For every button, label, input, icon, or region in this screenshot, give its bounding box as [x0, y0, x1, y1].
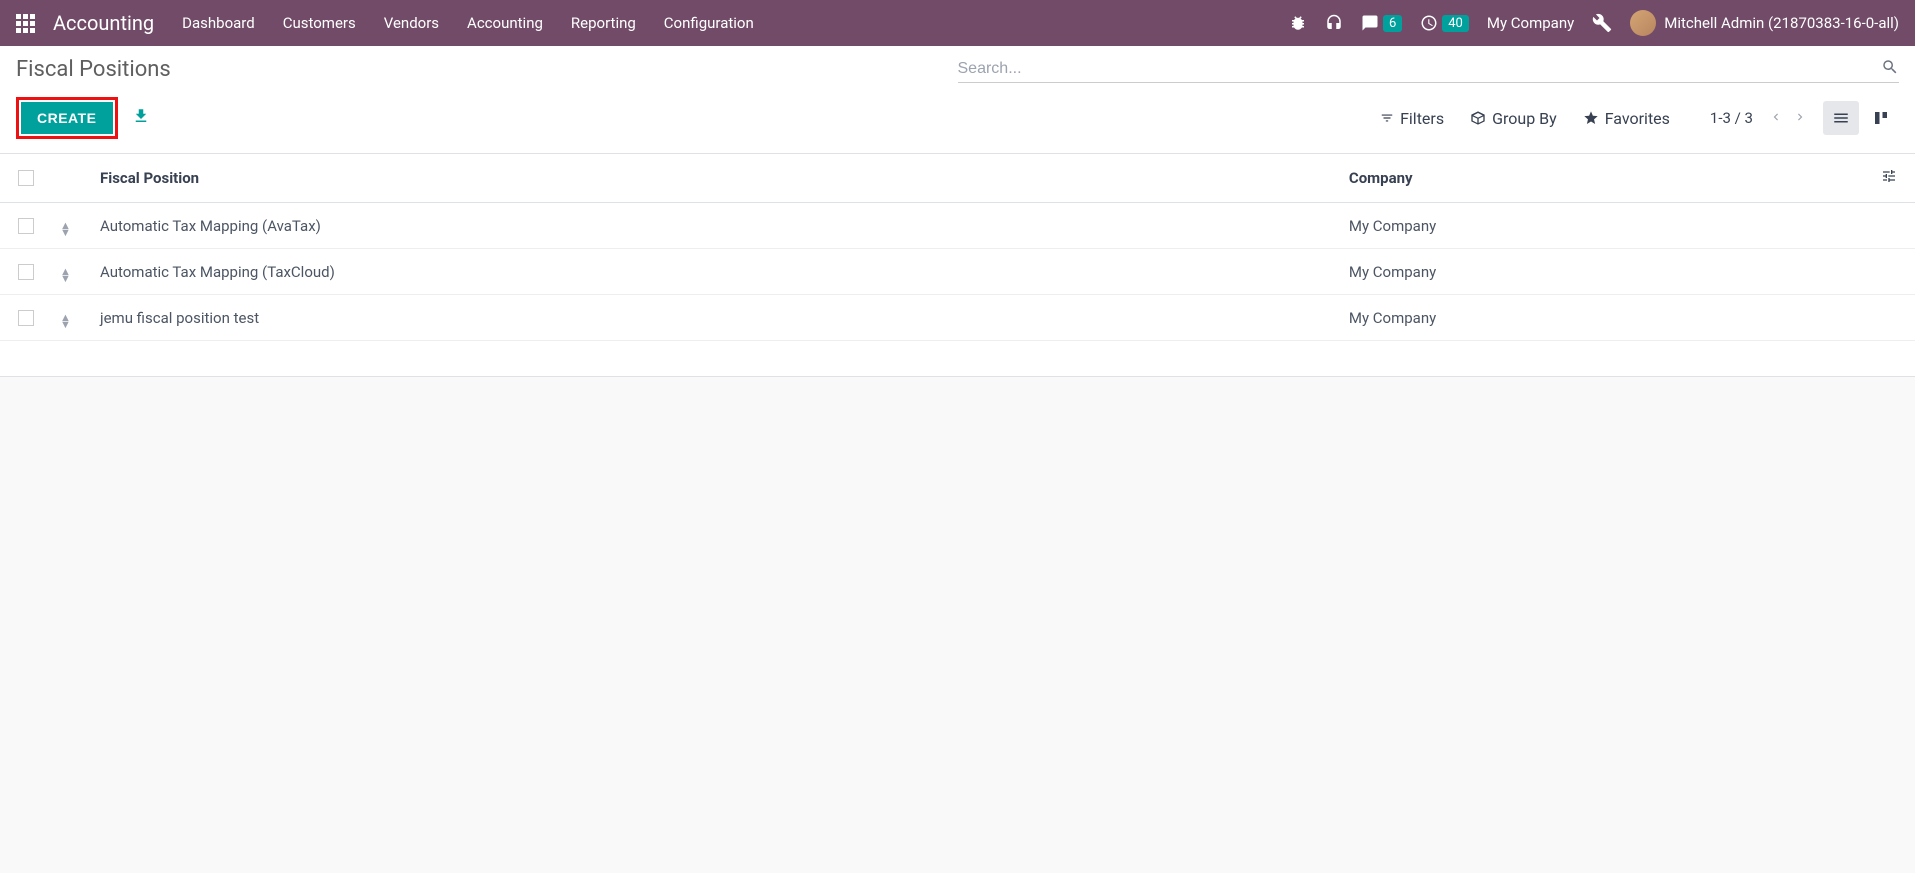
cell-name: Automatic Tax Mapping (TaxCloud)	[90, 249, 1339, 295]
col-fiscal-position[interactable]: Fiscal Position	[90, 154, 1339, 203]
row-checkbox[interactable]	[18, 310, 34, 326]
activities-icon[interactable]: 40	[1420, 14, 1469, 32]
pager-arrows	[1767, 107, 1809, 130]
table-row[interactable]: ▲▼ jemu fiscal position test My Company	[0, 295, 1915, 341]
cp-bottom-center: Filters Group By Favorites	[1380, 109, 1670, 128]
control-panel-top: Fiscal Positions	[16, 56, 1899, 83]
menu-configuration[interactable]: Configuration	[664, 14, 754, 32]
favorites-button[interactable]: Favorites	[1583, 109, 1670, 128]
create-highlight: CREATE	[16, 97, 118, 139]
menu-accounting[interactable]: Accounting	[467, 14, 543, 32]
navbar-right: 6 40 My Company Mitchell Admin (21870383…	[1289, 10, 1899, 36]
filters-label: Filters	[1400, 109, 1444, 128]
kanban-view-icon[interactable]	[1863, 101, 1899, 135]
filters-button[interactable]: Filters	[1380, 109, 1444, 128]
groupby-button[interactable]: Group By	[1470, 109, 1557, 128]
download-icon[interactable]	[132, 107, 150, 129]
nav-menu: Dashboard Customers Vendors Accounting R…	[182, 14, 754, 32]
company-selector[interactable]: My Company	[1487, 14, 1574, 32]
cp-bottom-left: CREATE	[16, 97, 150, 139]
cell-name: Automatic Tax Mapping (AvaTax)	[90, 203, 1339, 249]
support-icon[interactable]	[1325, 14, 1343, 32]
menu-dashboard[interactable]: Dashboard	[182, 14, 255, 32]
activities-badge: 40	[1442, 15, 1469, 32]
row-checkbox[interactable]	[18, 264, 34, 280]
main-navbar: Accounting Dashboard Customers Vendors A…	[0, 0, 1915, 46]
create-button[interactable]: CREATE	[21, 102, 113, 134]
col-company[interactable]: Company	[1339, 154, 1865, 203]
apps-icon[interactable]	[16, 14, 35, 33]
breadcrumb: Fiscal Positions	[16, 57, 171, 82]
app-name[interactable]: Accounting	[53, 11, 154, 35]
messages-icon[interactable]: 6	[1361, 14, 1402, 32]
search-icon[interactable]	[1881, 58, 1899, 80]
spacer-row	[0, 341, 1915, 377]
row-checkbox[interactable]	[18, 218, 34, 234]
groupby-label: Group By	[1492, 109, 1557, 128]
control-panel-bottom: CREATE Filters Group By Favorites 1-3 / …	[16, 97, 1899, 139]
fiscal-positions-table: Fiscal Position Company ▲▼ Automatic Tax…	[0, 154, 1915, 377]
cell-company: My Company	[1339, 203, 1865, 249]
cell-company: My Company	[1339, 249, 1865, 295]
favorites-label: Favorites	[1605, 109, 1670, 128]
user-name: Mitchell Admin (21870383-16-0-all)	[1664, 14, 1899, 32]
table-container: Fiscal Position Company ▲▼ Automatic Tax…	[0, 154, 1915, 377]
columns-settings-icon[interactable]	[1881, 170, 1897, 188]
menu-vendors[interactable]: Vendors	[384, 14, 439, 32]
menu-reporting[interactable]: Reporting	[571, 14, 636, 32]
menu-customers[interactable]: Customers	[283, 14, 356, 32]
avatar	[1630, 10, 1656, 36]
select-all-checkbox[interactable]	[18, 170, 34, 186]
debug-icon[interactable]	[1289, 14, 1307, 32]
cell-name: jemu fiscal position test	[90, 295, 1339, 341]
control-panel: Fiscal Positions CREATE Filters Group B	[0, 46, 1915, 154]
cp-bottom-right: 1-3 / 3	[1710, 101, 1899, 135]
pager-prev-icon[interactable]	[1767, 107, 1785, 130]
pager-next-icon[interactable]	[1791, 107, 1809, 130]
cell-company: My Company	[1339, 295, 1865, 341]
drag-handle-icon[interactable]: ▲▼	[60, 222, 71, 236]
drag-handle-icon[interactable]: ▲▼	[60, 314, 71, 328]
pager[interactable]: 1-3 / 3	[1710, 109, 1753, 127]
messages-badge: 6	[1383, 15, 1402, 32]
user-menu[interactable]: Mitchell Admin (21870383-16-0-all)	[1630, 10, 1899, 36]
table-row[interactable]: ▲▼ Automatic Tax Mapping (AvaTax) My Com…	[0, 203, 1915, 249]
drag-handle-icon[interactable]: ▲▼	[60, 268, 71, 282]
table-row[interactable]: ▲▼ Automatic Tax Mapping (TaxCloud) My C…	[0, 249, 1915, 295]
search-area	[958, 56, 1900, 83]
navbar-left: Accounting Dashboard Customers Vendors A…	[16, 11, 754, 35]
search-input[interactable]	[958, 56, 1882, 82]
tools-icon[interactable]	[1592, 13, 1612, 33]
list-view-icon[interactable]	[1823, 101, 1859, 135]
view-switcher	[1823, 101, 1899, 135]
